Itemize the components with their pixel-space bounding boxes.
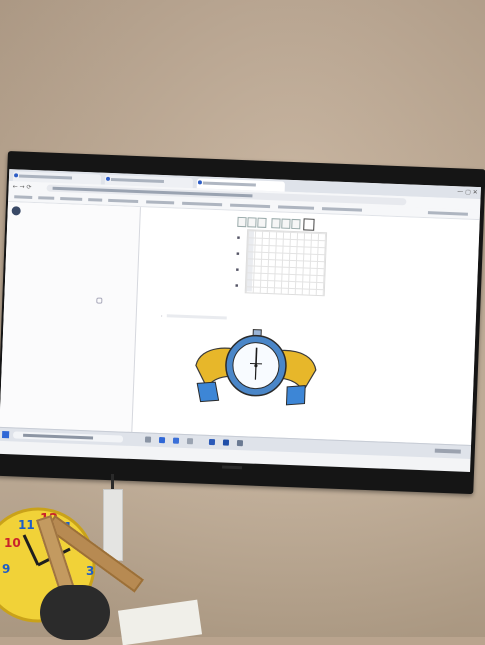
grid-area[interactable] — [245, 229, 327, 296]
bookmark-item[interactable] — [182, 202, 222, 207]
grid-row-marker: ▪ — [236, 251, 240, 257]
tab-favicon-icon — [106, 177, 110, 181]
point-marker: · — [161, 313, 163, 320]
display-brand-logo — [222, 465, 242, 469]
system-tray[interactable] — [341, 444, 461, 456]
grid-toolbar — [237, 217, 307, 230]
bookmark-item[interactable] — [108, 199, 138, 203]
whiteboard-app[interactable]: · ▪ ▪ ▪ ▪ — [0, 202, 480, 445]
cursor-mark — [96, 298, 102, 304]
navigation-arrows-icon[interactable]: ← → ⟳ — [12, 183, 31, 191]
clock-numeral: 10 — [4, 536, 21, 550]
taskbar-app-icon[interactable] — [173, 438, 179, 444]
left-panel — [0, 202, 141, 432]
bookmark-item[interactable] — [322, 207, 362, 212]
grid-row-marker: ▪ — [237, 235, 241, 241]
grid-cell-input[interactable] — [281, 219, 290, 229]
grid-row-marker: ▪ — [235, 283, 239, 289]
bookmark-item[interactable] — [278, 205, 314, 209]
bookmark-item[interactable] — [14, 195, 32, 199]
hamburger-menu-icon[interactable] — [12, 206, 21, 215]
faint-content-row — [167, 314, 227, 319]
grid-cell-input[interactable] — [257, 218, 266, 228]
taskbar-app-icon[interactable] — [237, 440, 243, 446]
clock-numeral: 9 — [2, 562, 10, 576]
taskbar-app-icon[interactable] — [145, 436, 151, 442]
grid-cell-input[interactable] — [271, 218, 280, 228]
grid-answer-box[interactable] — [303, 218, 314, 230]
bookmark-item[interactable] — [38, 196, 54, 200]
tab-favicon-icon — [14, 173, 18, 177]
display-screen: — ▢ ✕ ← → ⟳ — [0, 169, 481, 472]
taskbar-app-icon[interactable] — [209, 439, 215, 445]
clock-numeral: 11 — [18, 518, 35, 532]
wall-display: — ▢ ✕ ← → ⟳ — [0, 151, 485, 494]
extension-icons[interactable] — [434, 199, 474, 208]
window-controls[interactable]: — ▢ ✕ — [454, 188, 478, 196]
grid-cell-input[interactable] — [237, 217, 246, 227]
taskbar-app-icon[interactable] — [159, 437, 165, 443]
bookmark-item[interactable] — [60, 197, 82, 201]
wristwatch-image — [188, 325, 323, 410]
grid-cell-input[interactable] — [291, 219, 300, 229]
taskbar-app-icon[interactable] — [223, 439, 229, 445]
taskbar-app-icon[interactable] — [187, 438, 193, 444]
tray-clock — [435, 449, 461, 454]
windows-start-icon[interactable] — [2, 431, 9, 438]
grid-row-marker: ▪ — [235, 267, 239, 273]
bookmark-item[interactable] — [230, 204, 270, 209]
bookmark-item[interactable] — [146, 200, 174, 204]
dark-object — [40, 585, 110, 640]
bookmark-item[interactable] — [88, 198, 102, 202]
clock-numeral: 3 — [86, 564, 94, 578]
grid-cell-input[interactable] — [247, 217, 256, 227]
tab-favicon-icon — [198, 180, 202, 184]
bookmark-item[interactable] — [428, 211, 468, 216]
taskbar-search-box[interactable] — [13, 431, 123, 442]
